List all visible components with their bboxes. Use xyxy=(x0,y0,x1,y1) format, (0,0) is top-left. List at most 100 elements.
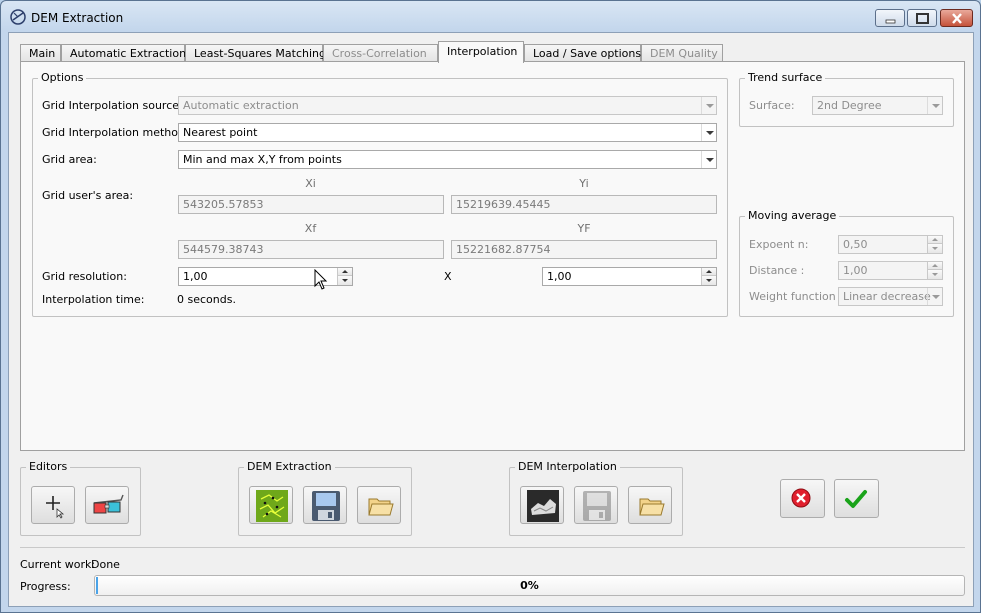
method-label: Grid Interpolation method: xyxy=(42,126,189,139)
tab-interpolation[interactable]: Interpolation xyxy=(438,41,524,63)
dem-interpolation-title: DEM Interpolation xyxy=(515,460,620,473)
distance-label: Distance : xyxy=(749,264,805,277)
spin-down-icon[interactable] xyxy=(927,270,942,279)
source-select[interactable]: Automatic extraction xyxy=(178,96,717,115)
spin-down-icon[interactable] xyxy=(701,276,716,285)
chevron-down-icon xyxy=(701,97,716,114)
maximize-icon xyxy=(916,13,929,24)
window-title: DEM Extraction xyxy=(31,11,124,25)
spin-down-icon[interactable] xyxy=(337,276,352,285)
surface-select[interactable]: 2nd Degree xyxy=(812,96,943,115)
current-work-label: Current work: xyxy=(20,558,96,571)
stereo-glasses-icon xyxy=(93,494,124,514)
spin-up-icon[interactable] xyxy=(701,268,716,276)
dem-extraction-group: DEM Extraction xyxy=(238,460,412,536)
extraction-save-button[interactable] xyxy=(303,486,347,524)
mouse-pointer-icon xyxy=(314,269,328,290)
tab-automatic-extraction[interactable]: Automatic Extraction xyxy=(61,44,186,62)
dem-interpolation-group: DEM Interpolation xyxy=(509,460,683,536)
close-window-button[interactable] xyxy=(940,9,973,27)
extraction-map-button[interactable] xyxy=(249,486,293,524)
xi-field[interactable]: 543205.57853 xyxy=(178,195,444,214)
yf-field[interactable]: 15221682.87754 xyxy=(451,240,717,259)
tab-load-save-options[interactable]: Load / Save options xyxy=(524,44,641,62)
distance-spinbox[interactable]: 1,00 xyxy=(838,261,943,280)
tab-least-squares-matching[interactable]: Least-Squares Matching xyxy=(185,44,326,62)
cancel-icon xyxy=(791,488,811,508)
yi-header: Yi xyxy=(579,177,589,190)
status-separator xyxy=(20,547,965,548)
tab-cross-correlation[interactable]: Cross-Correlation xyxy=(323,44,438,62)
weight-function-value: Linear decrease xyxy=(843,290,931,303)
source-label: Grid Interpolation source: xyxy=(42,99,183,112)
interpolation-save-button[interactable] xyxy=(574,486,618,524)
surface-label: Surface: xyxy=(749,99,795,112)
user-area-label: Grid user's area: xyxy=(42,189,134,202)
progress-label: Progress: xyxy=(20,580,71,593)
ok-button[interactable] xyxy=(834,479,879,518)
xf-header: Xf xyxy=(304,222,317,235)
cancel-button[interactable] xyxy=(780,479,825,518)
trend-surface-title: Trend surface xyxy=(745,71,826,84)
spin-up-icon[interactable] xyxy=(337,268,352,276)
tab-main[interactable]: Main xyxy=(20,44,61,62)
spin-down-icon[interactable] xyxy=(927,244,942,253)
folder-open-icon xyxy=(368,498,394,516)
chevron-down-icon xyxy=(701,151,716,168)
distance-value: 1,00 xyxy=(843,264,868,277)
chevron-down-icon xyxy=(927,97,942,114)
chevron-down-icon xyxy=(927,288,942,305)
interpolation-view-button[interactable] xyxy=(520,486,564,524)
xi-header: Xi xyxy=(305,177,316,190)
interpolation-time-label: Interpolation time: xyxy=(42,293,145,306)
spin-up-icon[interactable] xyxy=(927,236,942,244)
client-area: Main Automatic Extraction Least-Squares … xyxy=(8,32,974,607)
current-work-value: Done xyxy=(91,558,120,571)
source-value: Automatic extraction xyxy=(183,99,299,112)
dem-view-icon xyxy=(527,490,559,522)
minimize-button[interactable] xyxy=(875,9,905,27)
point-cloud-icon xyxy=(256,490,288,522)
chevron-down-icon xyxy=(701,124,716,141)
area-select[interactable]: Min and max X,Y from points xyxy=(178,150,717,169)
exponent-value: 0,50 xyxy=(843,238,868,251)
trend-surface-group: Trend surface Surface: 2nd Degree xyxy=(739,71,954,127)
maximize-button[interactable] xyxy=(907,9,937,27)
yf-header: YF xyxy=(577,222,591,235)
checkmark-icon xyxy=(845,490,867,508)
yi-field[interactable]: 15219639.45445 xyxy=(451,195,717,214)
dem-extraction-title: DEM Extraction xyxy=(244,460,335,473)
interpolation-time-value: 0 seconds. xyxy=(177,293,236,306)
resolution-y-value: 1,00 xyxy=(547,270,572,283)
save-disk-icon xyxy=(583,491,611,521)
dem-extraction-window: DEM Extraction Main Automatic Extraction… xyxy=(0,0,981,613)
progress-text: 0% xyxy=(520,579,539,592)
tab-dem-quality[interactable]: DEM Quality xyxy=(641,44,723,62)
surface-value: 2nd Degree xyxy=(817,99,882,112)
save-disk-icon xyxy=(312,491,340,521)
editors-group: Editors xyxy=(20,460,141,536)
weight-function-select[interactable]: Linear decrease xyxy=(838,287,943,306)
resolution-x-value: 1,00 xyxy=(183,270,208,283)
add-point-button[interactable] xyxy=(31,486,75,524)
options-group: Options Grid Interpolation source: Autom… xyxy=(32,71,728,317)
spin-up-icon[interactable] xyxy=(927,262,942,270)
xf-field[interactable]: 544579.38743 xyxy=(178,240,444,259)
add-point-icon xyxy=(46,496,65,519)
method-value: Nearest point xyxy=(183,126,258,139)
options-title: Options xyxy=(38,71,87,84)
exponent-label: Expoent n: xyxy=(749,238,809,251)
resolution-label: Grid resolution: xyxy=(42,270,127,283)
minimize-icon xyxy=(885,19,896,24)
area-label: Grid area: xyxy=(42,153,97,166)
folder-open-icon xyxy=(639,498,665,516)
exponent-spinbox[interactable]: 0,50 xyxy=(838,235,943,254)
extraction-open-button[interactable] xyxy=(357,486,401,524)
progress-bar: 0% xyxy=(94,575,965,596)
resolution-y-spinbox[interactable]: 1,00 xyxy=(542,267,717,286)
area-value: Min and max X,Y from points xyxy=(183,153,342,166)
method-select[interactable]: Nearest point xyxy=(178,123,717,142)
interpolation-open-button[interactable] xyxy=(628,486,672,524)
title-bar[interactable]: DEM Extraction xyxy=(1,1,980,33)
stereo-view-button[interactable] xyxy=(85,486,129,524)
